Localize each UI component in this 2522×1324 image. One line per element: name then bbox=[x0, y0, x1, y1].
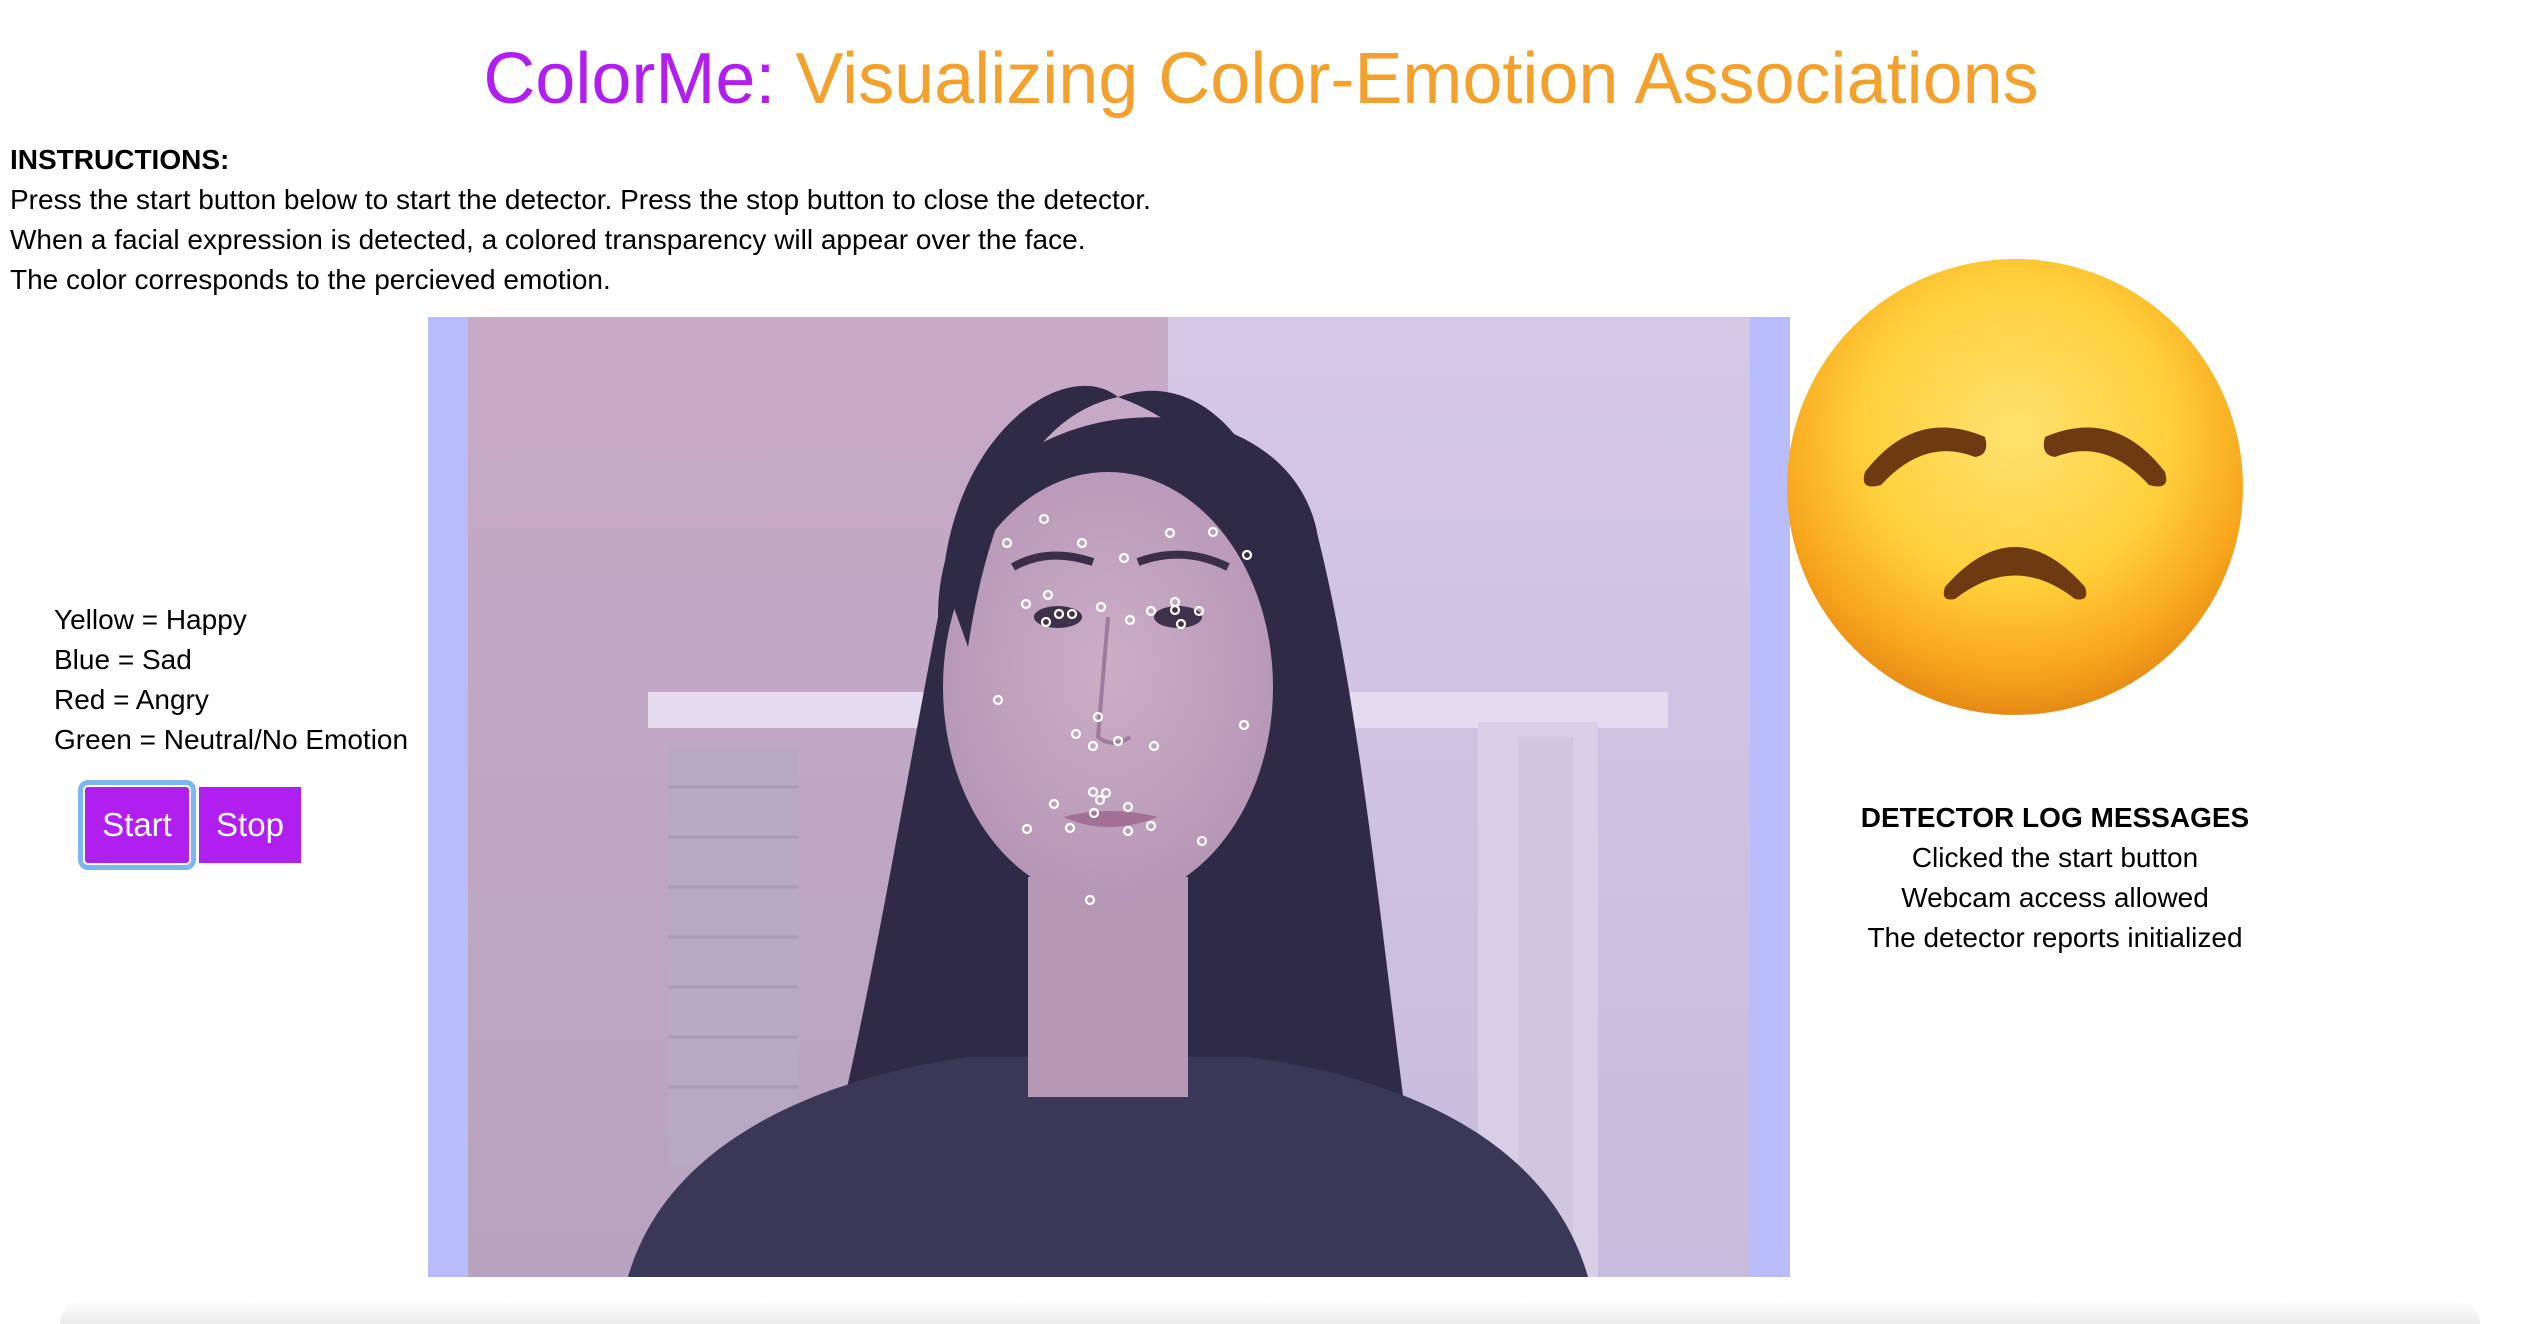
webcam-image bbox=[468, 317, 1750, 1277]
instructions-line: Press the start button below to start th… bbox=[10, 184, 1151, 215]
legend-item-red: Red = Angry bbox=[54, 684, 209, 715]
title-brand: ColorMe: bbox=[483, 39, 776, 119]
start-button[interactable]: Start bbox=[78, 780, 196, 870]
detector-frame bbox=[428, 317, 1790, 1277]
instructions-line: When a facial expression is detected, a … bbox=[10, 224, 1086, 255]
log-heading: DETECTOR LOG MESSAGES bbox=[1860, 802, 2250, 833]
detector-log: DETECTOR LOG MESSAGES Clicked the start … bbox=[1760, 798, 2350, 958]
stop-button[interactable]: Stop bbox=[199, 787, 301, 863]
legend-item-blue: Blue = Sad bbox=[54, 644, 192, 675]
log-message: The detector reports initialized bbox=[1867, 922, 2243, 953]
legend-item-green: Green = Neutral/No Emotion bbox=[54, 724, 409, 755]
title-subtitle: Visualizing Color-Emotion Associations bbox=[795, 39, 2039, 119]
instructions-heading: INSTRUCTIONS: bbox=[10, 144, 230, 175]
bottom-edge-shadow bbox=[60, 1300, 2480, 1324]
legend-item-yellow: Yellow = Happy bbox=[54, 604, 247, 635]
page-title: ColorMe: Visualizing Color-Emotion Assoc… bbox=[0, 34, 2522, 124]
webcam-feed bbox=[468, 317, 1750, 1277]
instructions-block: INSTRUCTIONS: Press the start button bel… bbox=[10, 140, 1151, 300]
log-message: Clicked the start button bbox=[1911, 842, 2199, 873]
disappointed-face-emoji-icon bbox=[1787, 259, 2243, 715]
log-message: Webcam access allowed bbox=[1901, 882, 2209, 913]
color-legend: Yellow = Happy Blue = Sad Red = Angry Gr… bbox=[54, 600, 408, 760]
instructions-line: The color corresponds to the percieved e… bbox=[10, 264, 611, 295]
